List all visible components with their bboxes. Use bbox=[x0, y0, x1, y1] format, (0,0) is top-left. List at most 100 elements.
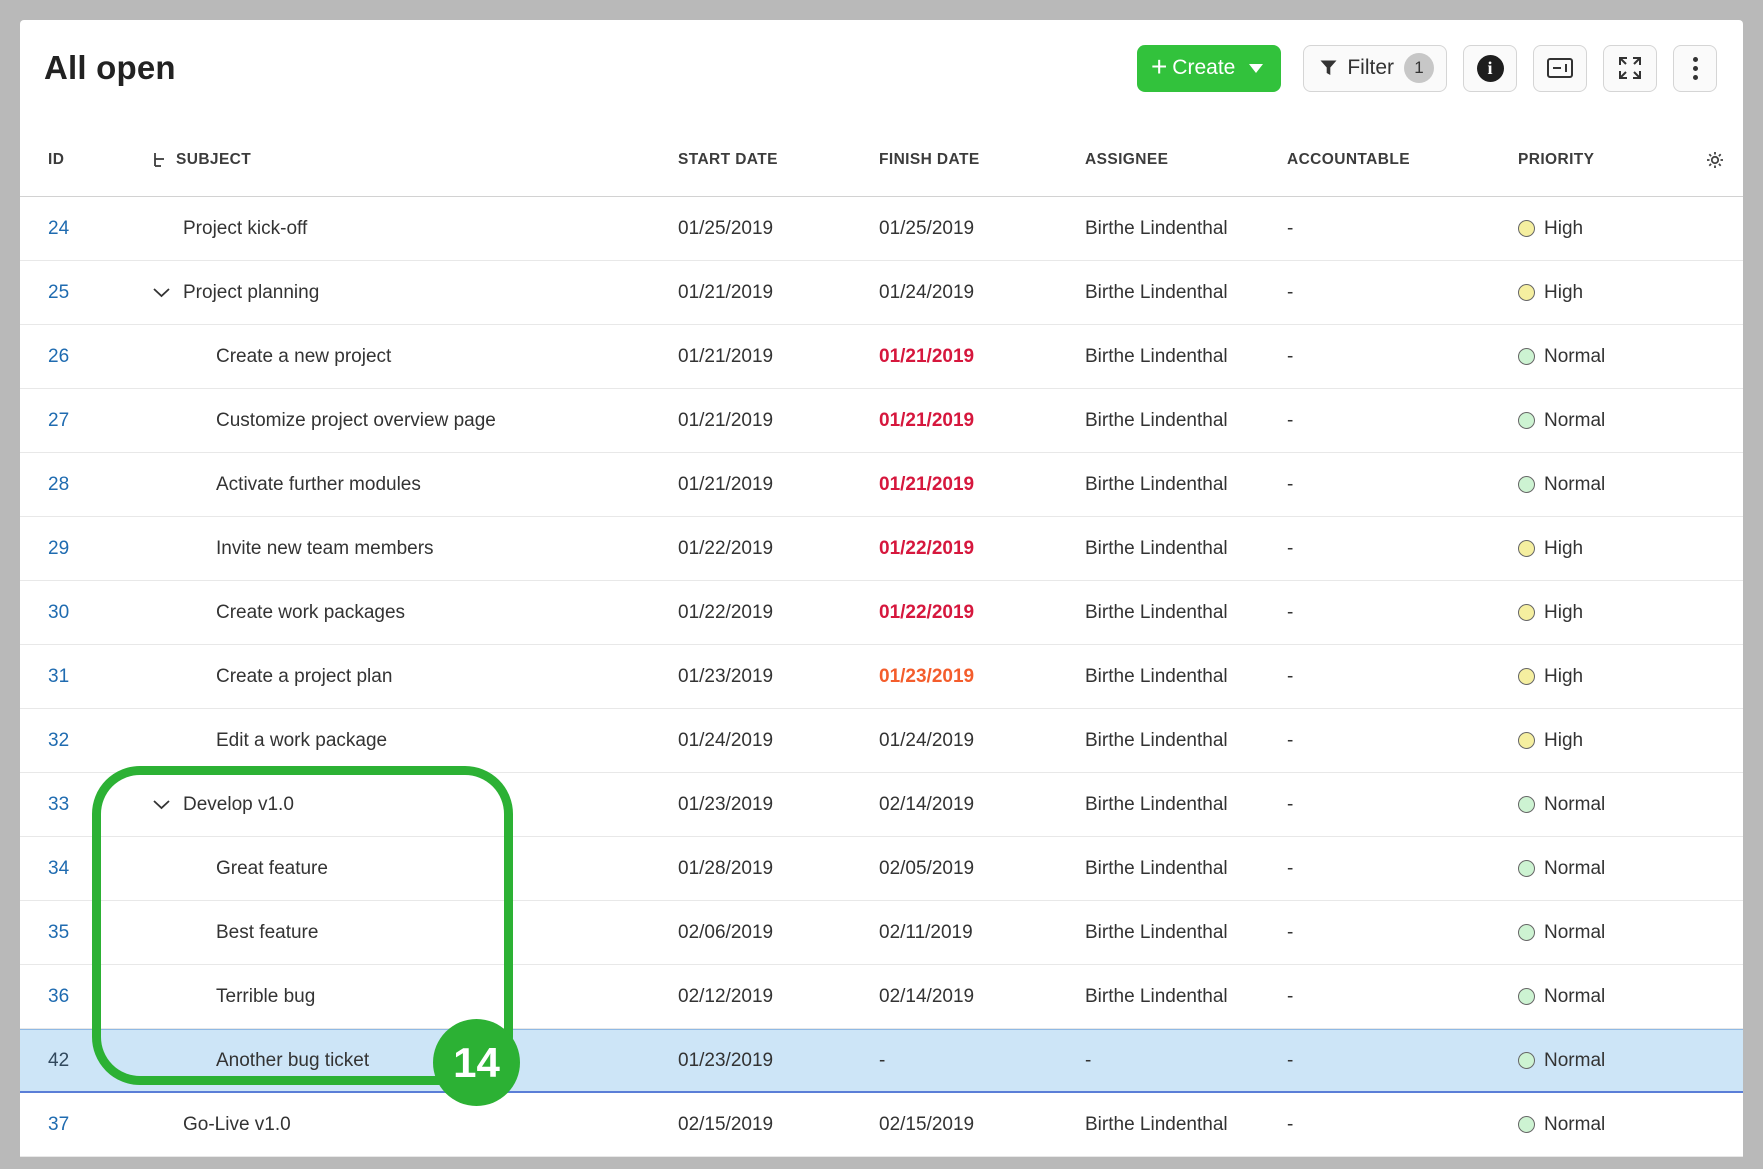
subject-text[interactable]: Edit a work package bbox=[216, 730, 387, 752]
start-date-cell[interactable]: 01/22/2019 bbox=[678, 538, 879, 560]
accountable-cell[interactable]: - bbox=[1287, 474, 1518, 496]
assignee-cell[interactable]: Birthe Lindenthal bbox=[1085, 794, 1287, 816]
finish-date-cell[interactable]: 01/25/2019 bbox=[879, 218, 1085, 240]
subject-text[interactable]: Create a new project bbox=[216, 346, 391, 368]
finish-date-cell[interactable]: 01/21/2019 bbox=[879, 410, 1085, 432]
accountable-cell[interactable]: - bbox=[1287, 602, 1518, 624]
accountable-cell[interactable]: - bbox=[1287, 794, 1518, 816]
finish-date-cell[interactable]: 01/24/2019 bbox=[879, 730, 1085, 752]
accountable-cell[interactable]: - bbox=[1287, 410, 1518, 432]
work-package-id-link[interactable]: 37 bbox=[48, 1114, 69, 1135]
collapse-button[interactable] bbox=[152, 287, 170, 298]
priority-cell[interactable]: Normal bbox=[1518, 1114, 1686, 1136]
table-row[interactable]: 27Customize project overview page01/21/2… bbox=[20, 389, 1743, 453]
assignee-cell[interactable]: Birthe Lindenthal bbox=[1085, 1114, 1287, 1136]
subject-text[interactable]: Project kick-off bbox=[183, 218, 307, 240]
assignee-cell[interactable]: Birthe Lindenthal bbox=[1085, 858, 1287, 880]
accountable-cell[interactable]: - bbox=[1287, 858, 1518, 880]
start-date-cell[interactable]: 01/23/2019 bbox=[678, 666, 879, 688]
table-row[interactable]: 31Create a project plan01/23/201901/23/2… bbox=[20, 645, 1743, 709]
assignee-cell[interactable]: Birthe Lindenthal bbox=[1085, 346, 1287, 368]
priority-cell[interactable]: Normal bbox=[1518, 1050, 1686, 1072]
work-package-id-link[interactable]: 26 bbox=[48, 346, 69, 367]
start-date-cell[interactable]: 01/21/2019 bbox=[678, 282, 879, 304]
start-date-cell[interactable]: 01/24/2019 bbox=[678, 730, 879, 752]
view-config-button[interactable] bbox=[1533, 45, 1587, 92]
work-package-id-link[interactable]: 36 bbox=[48, 986, 69, 1007]
assignee-cell[interactable]: Birthe Lindenthal bbox=[1085, 282, 1287, 304]
work-package-id-link[interactable]: 35 bbox=[48, 922, 69, 943]
assignee-cell[interactable]: Birthe Lindenthal bbox=[1085, 922, 1287, 944]
work-package-id-link[interactable]: 32 bbox=[48, 730, 69, 751]
subject-text[interactable]: Best feature bbox=[216, 922, 318, 944]
priority-cell[interactable]: High bbox=[1518, 730, 1686, 752]
subject-text[interactable]: Another bug ticket bbox=[216, 1050, 369, 1072]
subject-text[interactable]: Create a project plan bbox=[216, 666, 392, 688]
finish-date-cell[interactable]: 02/15/2019 bbox=[879, 1114, 1085, 1136]
accountable-cell[interactable]: - bbox=[1287, 282, 1518, 304]
more-options-button[interactable] bbox=[1673, 45, 1717, 92]
table-row[interactable]: 30Create work packages01/22/201901/22/20… bbox=[20, 581, 1743, 645]
assignee-cell[interactable]: Birthe Lindenthal bbox=[1085, 602, 1287, 624]
priority-cell[interactable]: High bbox=[1518, 218, 1686, 240]
accountable-cell[interactable]: - bbox=[1287, 986, 1518, 1008]
subject-text[interactable]: Project planning bbox=[183, 282, 319, 304]
table-row[interactable]: 29Invite new team members01/22/201901/22… bbox=[20, 517, 1743, 581]
priority-cell[interactable]: Normal bbox=[1518, 474, 1686, 496]
table-row[interactable]: 35Best feature02/06/201902/11/2019Birthe… bbox=[20, 901, 1743, 965]
assignee-cell[interactable]: Birthe Lindenthal bbox=[1085, 218, 1287, 240]
finish-date-cell[interactable]: 01/21/2019 bbox=[879, 474, 1085, 496]
work-package-id-link[interactable]: 28 bbox=[48, 474, 69, 495]
assignee-cell[interactable]: Birthe Lindenthal bbox=[1085, 410, 1287, 432]
subject-text[interactable]: Go-Live v1.0 bbox=[183, 1114, 291, 1136]
subject-text[interactable]: Develop v1.0 bbox=[183, 794, 294, 816]
finish-date-cell[interactable]: 01/21/2019 bbox=[879, 346, 1085, 368]
work-package-id-link[interactable]: 27 bbox=[48, 410, 69, 431]
start-date-cell[interactable]: 02/15/2019 bbox=[678, 1114, 879, 1136]
accountable-cell[interactable]: - bbox=[1287, 730, 1518, 752]
priority-cell[interactable]: High bbox=[1518, 602, 1686, 624]
start-date-cell[interactable]: 01/25/2019 bbox=[678, 218, 879, 240]
finish-date-cell[interactable]: 01/24/2019 bbox=[879, 282, 1085, 304]
priority-cell[interactable]: High bbox=[1518, 538, 1686, 560]
accountable-cell[interactable]: - bbox=[1287, 922, 1518, 944]
column-header-id[interactable]: ID bbox=[20, 151, 150, 169]
subject-text[interactable]: Create work packages bbox=[216, 602, 405, 624]
start-date-cell[interactable]: 01/21/2019 bbox=[678, 410, 879, 432]
priority-cell[interactable]: Normal bbox=[1518, 794, 1686, 816]
start-date-cell[interactable]: 02/12/2019 bbox=[678, 986, 879, 1008]
fullscreen-button[interactable] bbox=[1603, 45, 1657, 92]
accountable-cell[interactable]: - bbox=[1287, 1114, 1518, 1136]
start-date-cell[interactable]: 01/21/2019 bbox=[678, 474, 879, 496]
assignee-cell[interactable]: Birthe Lindenthal bbox=[1085, 538, 1287, 560]
table-row[interactable]: 34Great feature01/28/201902/05/2019Birth… bbox=[20, 837, 1743, 901]
start-date-cell[interactable]: 01/21/2019 bbox=[678, 346, 879, 368]
finish-date-cell[interactable]: 01/22/2019 bbox=[879, 602, 1085, 624]
table-row[interactable]: 25Project planning01/21/201901/24/2019Bi… bbox=[20, 261, 1743, 325]
column-header-start-date[interactable]: START DATE bbox=[678, 151, 879, 169]
finish-date-cell[interactable]: - bbox=[879, 1050, 1085, 1072]
finish-date-cell[interactable]: 02/05/2019 bbox=[879, 858, 1085, 880]
assignee-cell[interactable]: Birthe Lindenthal bbox=[1085, 666, 1287, 688]
accountable-cell[interactable]: - bbox=[1287, 538, 1518, 560]
collapse-button[interactable] bbox=[152, 799, 170, 810]
priority-cell[interactable]: Normal bbox=[1518, 922, 1686, 944]
column-header-subject[interactable]: SUBJECT bbox=[150, 151, 678, 169]
start-date-cell[interactable]: 01/22/2019 bbox=[678, 602, 879, 624]
priority-cell[interactable]: Normal bbox=[1518, 986, 1686, 1008]
hierarchy-icon[interactable] bbox=[152, 152, 167, 168]
start-date-cell[interactable]: 02/06/2019 bbox=[678, 922, 879, 944]
finish-date-cell[interactable]: 01/22/2019 bbox=[879, 538, 1085, 560]
table-row[interactable]: 33Develop v1.001/23/201902/14/2019Birthe… bbox=[20, 773, 1743, 837]
accountable-cell[interactable]: - bbox=[1287, 218, 1518, 240]
assignee-cell[interactable]: Birthe Lindenthal bbox=[1085, 474, 1287, 496]
table-row[interactable]: 24Project kick-off01/25/201901/25/2019Bi… bbox=[20, 197, 1743, 261]
work-package-id-link[interactable]: 29 bbox=[48, 538, 69, 559]
finish-date-cell[interactable]: 02/14/2019 bbox=[879, 794, 1085, 816]
table-row[interactable]: 36Terrible bug02/12/201902/14/2019Birthe… bbox=[20, 965, 1743, 1029]
gear-icon[interactable] bbox=[1706, 151, 1724, 169]
table-row[interactable]: 28Activate further modules01/21/201901/2… bbox=[20, 453, 1743, 517]
assignee-cell[interactable]: Birthe Lindenthal bbox=[1085, 730, 1287, 752]
assignee-cell[interactable]: Birthe Lindenthal bbox=[1085, 986, 1287, 1008]
column-header-finish-date[interactable]: FINISH DATE bbox=[879, 151, 1085, 169]
